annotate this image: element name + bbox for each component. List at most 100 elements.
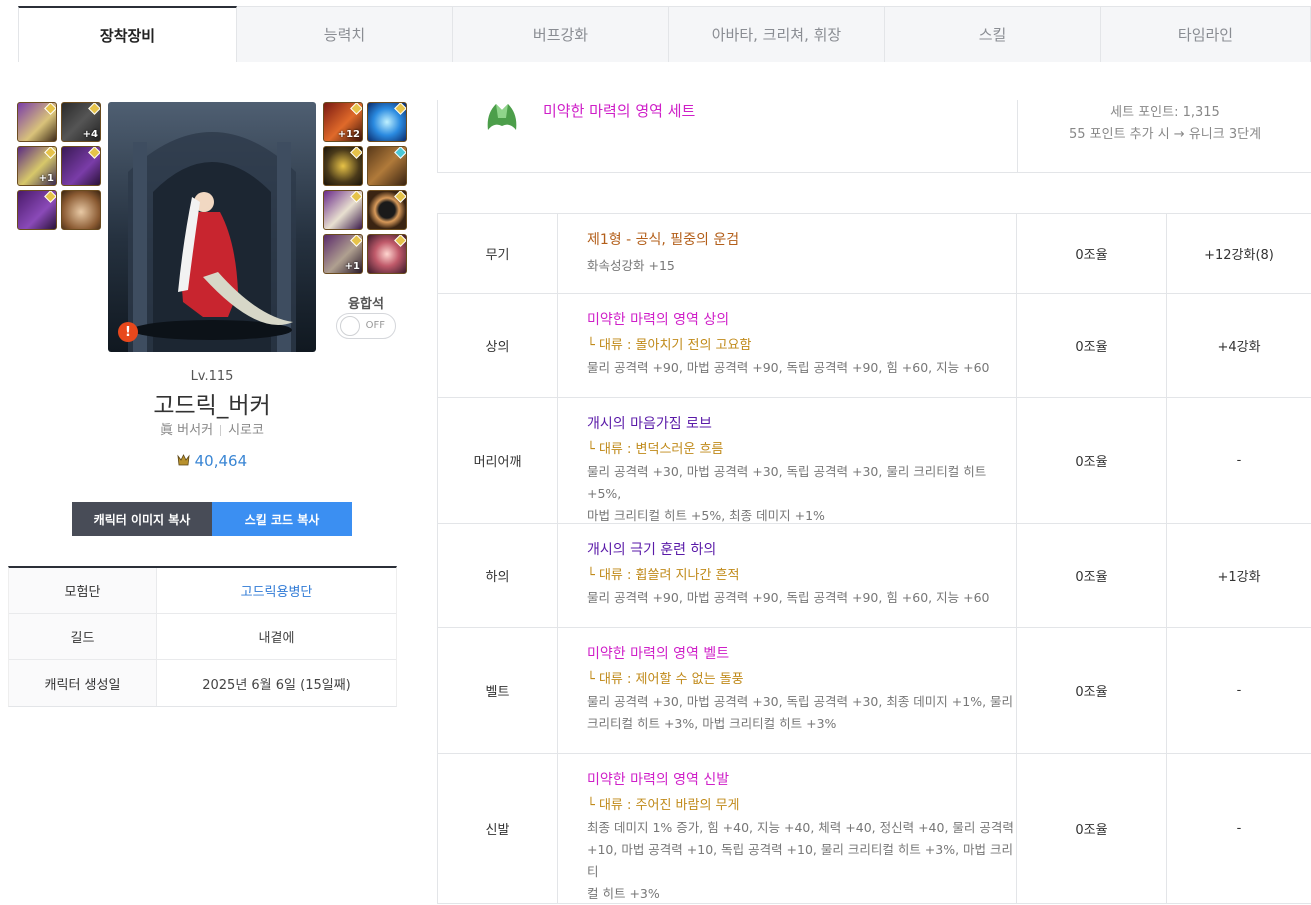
enhance-value: - (1236, 821, 1242, 836)
equipment-table: 무기 제1형 - 공식, 필중의 운검 화속성강화 +15 0조율 +12강화(… (437, 213, 1311, 904)
item-name[interactable]: 제1형 - 공식, 필중의 운검 (587, 230, 1016, 250)
equipment-slot: 무기 (438, 214, 558, 293)
slot-icon[interactable] (323, 190, 363, 230)
tuning-value: 0조율 (1017, 294, 1167, 397)
tab-buff[interactable]: 버프강화 (453, 6, 669, 62)
item-name[interactable]: 개시의 극기 훈련 하의 (587, 540, 1016, 560)
item-name[interactable]: 미약한 마력의 영역 상의 (587, 310, 1016, 330)
item-option: 물리 공격력 +90, 마법 공격력 +90, 독립 공격력 +90, 힘 +6… (587, 590, 990, 605)
slot-icon[interactable] (17, 102, 57, 142)
character-portrait: ! (108, 102, 316, 352)
item-sub-option: └ 대류 : 휩쓸려 지나간 흔적 (587, 568, 740, 583)
tab-timeline[interactable]: 타임라인 (1101, 6, 1311, 62)
copy-skill-code-button[interactable]: 스킬 코드 복사 (212, 502, 352, 536)
slot-icon[interactable]: +4 (61, 102, 101, 142)
set-next-step: 55 포인트 추가 시 → 유니크 3단계 (1068, 127, 1262, 142)
enhance-value: - (1236, 453, 1242, 468)
equipment-row[interactable]: 상의 미약한 마력의 영역 상의 └ 대류 : 몰아치기 전의 고요함 물리 공… (438, 294, 1311, 398)
tab-stats[interactable]: 능력치 (237, 6, 453, 62)
slot-icon[interactable]: +1 (323, 234, 363, 274)
adventure-group-link[interactable]: 고드릭용병단 (157, 568, 396, 613)
item-option: 최종 데미지 1% 증가, 힘 +40, 지능 +40, 체력 +40, 정신력… (587, 820, 1014, 835)
fusion-label: 융합석 (348, 297, 384, 312)
slot-icon[interactable]: +12 (323, 102, 363, 142)
server-name: 시로코 (228, 423, 264, 438)
item-name[interactable]: 개시의 마음가짐 로브 (587, 414, 1016, 434)
set-icon (484, 100, 520, 132)
divider (220, 425, 222, 436)
job-name: 眞 버서커 (160, 423, 214, 438)
character-info-table: 모험단 고드릭용병단 길드 내곁에 캐릭터 생성일 2025년 6월 6일 (1… (8, 566, 397, 707)
character-name: 고드릭_버커 (153, 393, 271, 419)
item-option: 물리 공격력 +90, 마법 공격력 +90, 독립 공격력 +90, 힘 +6… (587, 360, 990, 375)
fame-value: 40,464 (194, 452, 248, 470)
equipment-row[interactable]: 벨트 미약한 마력의 영역 벨트 └ 대류 : 제어할 수 없는 돌풍 물리 공… (438, 628, 1311, 754)
item-sub-option: └ 대류 : 몰아치기 전의 고요함 (587, 338, 752, 353)
equipment-slot: 머리어깨 (438, 398, 558, 523)
tuning-value: 0조율 (1017, 398, 1167, 523)
item-option: 컬 히트 +3% (587, 886, 660, 901)
info-key: 길드 (9, 614, 157, 659)
tuning-value: 0조율 (1017, 524, 1167, 627)
item-option: 크리티컬 히트 +3%, 마법 크리티컬 히트 +3% (587, 716, 837, 731)
toggle-knob (340, 316, 360, 336)
equipment-slot: 하의 (438, 524, 558, 627)
fame: 40,464 (108, 452, 316, 470)
guild-name: 내곁에 (258, 631, 295, 646)
tab-avatar[interactable]: 아바타, 크리쳐, 휘장 (669, 6, 885, 62)
info-key: 모험단 (9, 568, 157, 613)
info-row: 캐릭터 생성일 2025년 6월 6일 (15일째) (9, 660, 396, 706)
equipment-row[interactable]: 신발 미약한 마력의 영역 신발 └ 대류 : 주어진 바람의 무게 최종 데미… (438, 754, 1311, 904)
equipment-row[interactable]: 머리어깨 개시의 마음가짐 로브 └ 대류 : 변덕스러운 흐름 물리 공격력 … (438, 398, 1311, 524)
equipment-desc: 미약한 마력의 영역 신발 └ 대류 : 주어진 바람의 무게 최종 데미지 1… (558, 754, 1017, 903)
slot-icon[interactable] (367, 102, 407, 142)
set-points: 세트 포인트: 1,315 55 포인트 추가 시 → 유니크 3단계 (1018, 102, 1311, 146)
equipment-row[interactable]: 하의 개시의 극기 훈련 하의 └ 대류 : 휩쓸려 지나간 흔적 물리 공격력… (438, 524, 1311, 628)
equipment-slot: 벨트 (438, 628, 558, 753)
set-summary: 미약한 마력의 영역 세트 세트 포인트: 1,315 55 포인트 추가 시 … (437, 100, 1311, 173)
tuning-value: 0조율 (1017, 754, 1167, 903)
enhance-value: - (1236, 683, 1242, 698)
fusion-toggle[interactable]: OFF (336, 313, 396, 339)
fame-icon (177, 453, 190, 466)
equipment-desc: 미약한 마력의 영역 벨트 └ 대류 : 제어할 수 없는 돌풍 물리 공격력 … (558, 628, 1017, 753)
slot-icon[interactable] (367, 190, 407, 230)
tab-equipment[interactable]: 장착장비 (18, 6, 237, 62)
item-option: 물리 공격력 +30, 마법 공격력 +30, 독립 공격력 +30, 물리 크… (587, 464, 987, 501)
tab-bar: 장착장비 능력치 버프강화 아바타, 크리쳐, 휘장 스킬 타임라인 (18, 6, 1311, 62)
creation-date: 2025년 6월 6일 (15일째) (202, 677, 351, 693)
copy-image-button[interactable]: 캐릭터 이미지 복사 (72, 502, 212, 536)
item-name[interactable]: 미약한 마력의 영역 신발 (587, 770, 1016, 790)
character-illustration (128, 132, 296, 352)
item-option: +10, 마법 공격력 +10, 독립 공격력 +10, 물리 크리티컬 히트 … (587, 842, 1014, 879)
enhance-value: +1강화 (1217, 570, 1261, 585)
toggle-state: OFF (365, 320, 385, 331)
item-sub-option: └ 대류 : 제어할 수 없는 돌풍 (587, 672, 744, 687)
item-option: 화속성강화 +15 (587, 258, 675, 273)
slot-icon[interactable] (367, 234, 407, 274)
item-sub-option: └ 대류 : 주어진 바람의 무게 (587, 798, 740, 813)
item-sub-option: └ 대류 : 변덕스러운 흐름 (587, 442, 724, 457)
equipment-desc: 제1형 - 공식, 필중의 운검 화속성강화 +15 (558, 214, 1017, 293)
character-level: Lv.115 (190, 369, 234, 384)
enhance-value: +12강화(8) (1204, 248, 1274, 263)
slot-icon[interactable] (17, 190, 57, 230)
tab-skill[interactable]: 스킬 (885, 6, 1101, 62)
equipment-slot: 신발 (438, 754, 558, 903)
equipment-slot: 상의 (438, 294, 558, 397)
slot-icon[interactable] (367, 146, 407, 186)
item-name[interactable]: 미약한 마력의 영역 벨트 (587, 644, 1016, 664)
creature-icon[interactable] (61, 190, 101, 230)
tuning-value: 0조율 (1017, 628, 1167, 753)
slot-icon[interactable] (61, 146, 101, 186)
alert-icon[interactable]: ! (118, 322, 138, 342)
character-job: 眞 버서커 시로코 (108, 419, 316, 438)
tuning-value: 0조율 (1017, 214, 1167, 293)
slot-icon[interactable] (323, 146, 363, 186)
equipment-row[interactable]: 무기 제1형 - 공식, 필중의 운검 화속성강화 +15 0조율 +12강화(… (438, 214, 1311, 294)
set-points-value: 세트 포인트: 1,315 (1110, 105, 1220, 120)
equipment-desc: 개시의 마음가짐 로브 └ 대류 : 변덕스러운 흐름 물리 공격력 +30, … (558, 398, 1017, 523)
set-name[interactable]: 미약한 마력의 영역 세트 (543, 100, 695, 121)
info-key: 캐릭터 생성일 (9, 660, 157, 706)
slot-icon[interactable]: +1 (17, 146, 57, 186)
